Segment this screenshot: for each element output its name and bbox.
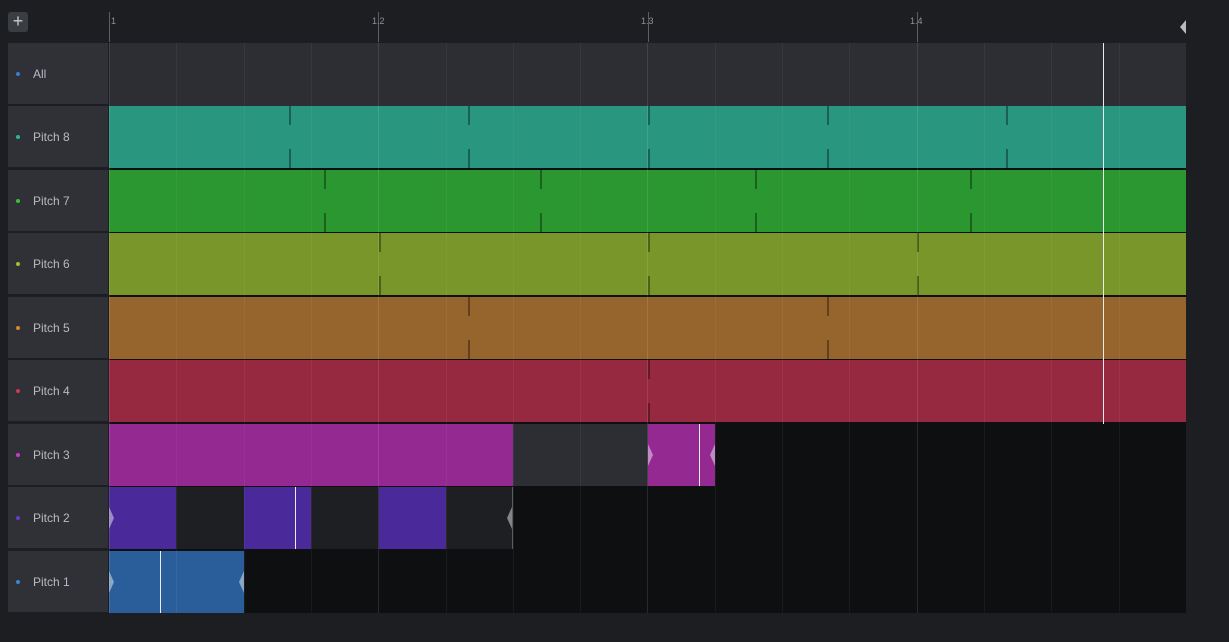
grid-line [849,43,850,613]
beat-marker [468,106,470,125]
track-color-dot [16,453,20,457]
beat-marker [648,106,650,125]
track-name: Pitch 1 [33,575,70,589]
track-name: Pitch 4 [33,384,70,398]
position-line [699,424,700,486]
ruler-tick-label: 1.2 [372,16,385,26]
beat-marker [970,170,972,189]
beat-marker [379,276,381,295]
beat-marker [1006,106,1008,125]
track-header-pitch-8[interactable]: Pitch 8 [8,106,108,168]
grid-line [176,43,177,613]
ruler-tick [109,12,110,42]
grid-line [782,43,783,613]
grid-line [1051,43,1052,613]
grid-line [1119,43,1120,613]
beat-marker [289,106,291,125]
track-color-dot [16,389,20,393]
track-name: Pitch 2 [33,511,70,525]
beat-marker [648,403,650,422]
clip-pitch-2[interactable] [109,487,176,549]
track-header-all[interactable]: All [8,43,108,105]
grid-line [917,43,918,613]
playhead-line [1103,43,1104,424]
track-name: All [33,67,47,81]
grid-line [715,43,716,613]
track-name: Pitch 8 [33,130,70,144]
track-color-dot [16,580,20,584]
clip-pitch-3[interactable] [648,424,715,486]
grid-line [446,43,447,613]
track-header-pitch-7[interactable]: Pitch 7 [8,170,108,232]
position-line [295,487,296,549]
beat-marker [324,213,326,232]
playhead-handle[interactable] [1180,20,1186,34]
grid-line [647,43,648,613]
ruler-tick-label: 1.4 [910,16,923,26]
track-name: Pitch 3 [33,448,70,462]
add-track-button[interactable]: + [8,12,28,32]
track-name: Pitch 5 [33,321,70,335]
track-color-dot [16,326,20,330]
track-header-pitch-4[interactable]: Pitch 4 [8,360,108,422]
beat-marker [917,276,919,295]
track-color-dot [16,262,20,266]
beat-marker [289,149,291,168]
beat-marker [468,149,470,168]
track-header-pitch-2[interactable]: Pitch 2 [8,487,108,549]
ruler-tick-label: 1 [111,16,117,26]
beat-marker [917,233,919,252]
grid-line [580,43,581,613]
grid-line [513,43,514,613]
clip-pitch-2[interactable] [244,487,311,549]
track-header-pitch-1[interactable]: Pitch 1 [8,551,108,613]
grid-line [109,43,110,613]
beat-marker [755,170,757,189]
beat-marker [1006,149,1008,168]
track-name: Pitch 6 [33,257,70,271]
beat-marker [827,297,829,316]
position-line [160,551,161,613]
track-header-pitch-5[interactable]: Pitch 5 [8,297,108,359]
grid-line [244,43,245,613]
beat-marker [379,233,381,252]
track-color-dot [16,516,20,520]
timeline-lanes[interactable] [109,43,1186,613]
grid-line [984,43,985,613]
ruler-tick-label: 1.3 [641,16,654,26]
range-end-handle[interactable] [507,507,512,529]
beat-marker [324,170,326,189]
clip-pitch-2[interactable] [379,487,446,549]
beat-marker [648,149,650,168]
grid-line [378,43,379,613]
grid-line [311,43,312,613]
beat-marker [540,213,542,232]
beat-marker [755,213,757,232]
track-color-dot [16,199,20,203]
beat-marker [827,106,829,125]
beat-marker [540,170,542,189]
timeline-ruler[interactable]: 1 1.2 1.3 1.4 [109,12,1186,42]
beat-marker [648,276,650,295]
beat-marker [648,233,650,252]
track-header-pitch-6[interactable]: Pitch 6 [8,233,108,295]
beat-marker [827,340,829,359]
track-color-dot [16,135,20,139]
beat-marker [468,340,470,359]
beat-marker [648,360,650,379]
beat-marker [468,297,470,316]
track-header-pitch-3[interactable]: Pitch 3 [8,424,108,486]
beat-marker [827,149,829,168]
track-color-dot [16,72,20,76]
clip-start-handle[interactable] [648,444,653,466]
track-name: Pitch 7 [33,194,70,208]
beat-marker [970,213,972,232]
